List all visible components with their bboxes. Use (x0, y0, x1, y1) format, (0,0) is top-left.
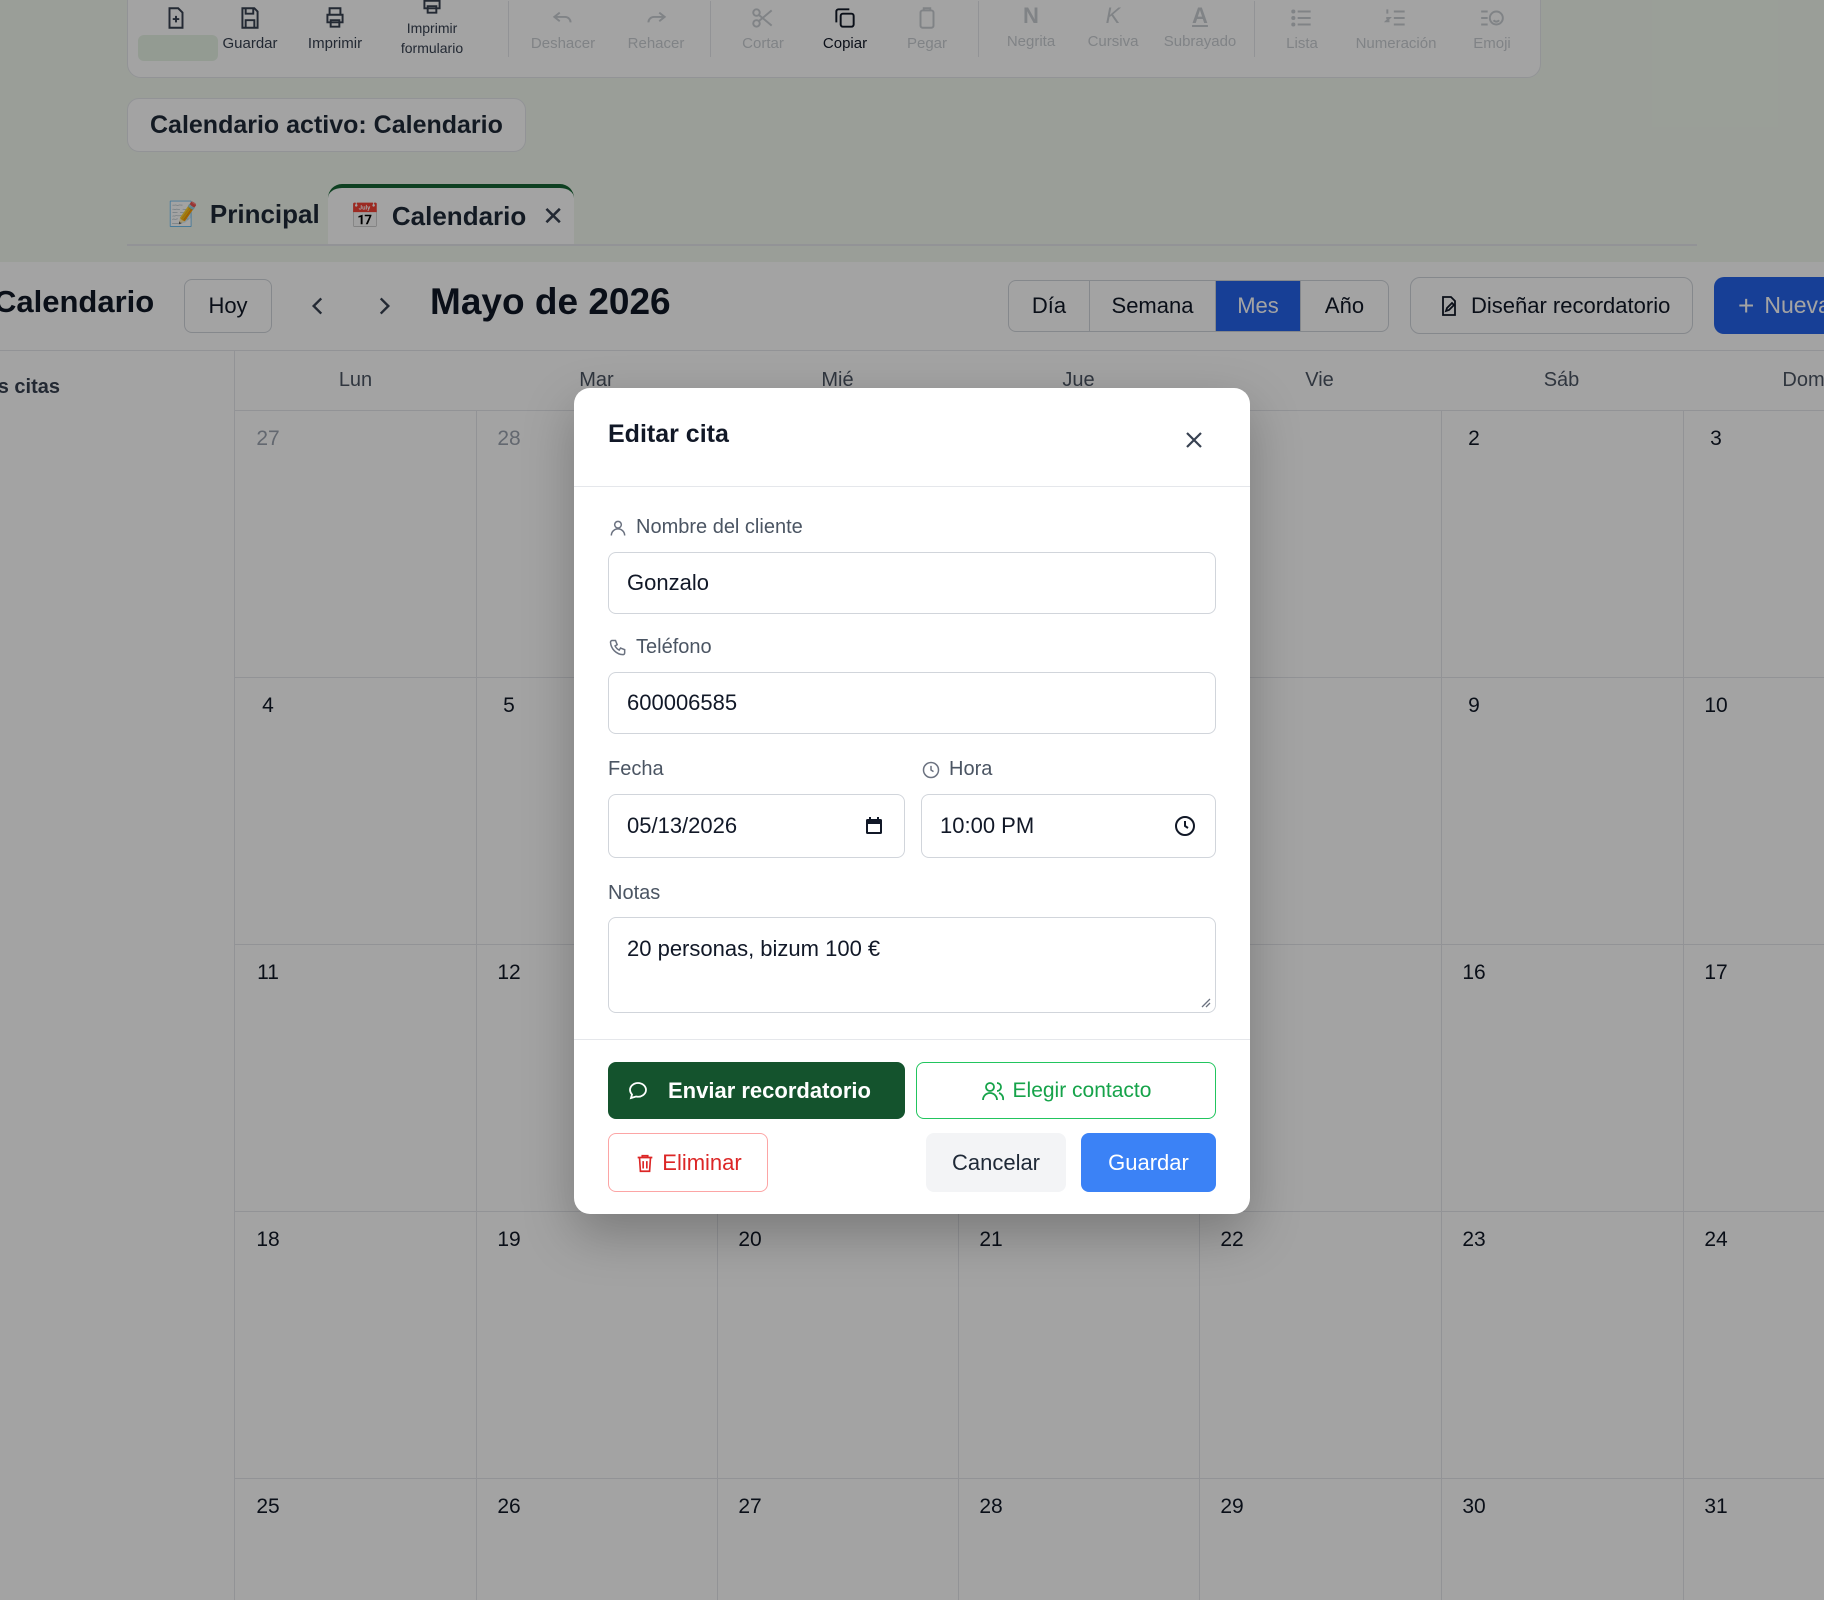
date-value: 05/13/2026 (627, 813, 738, 838)
cancel-button[interactable]: Cancelar (926, 1133, 1066, 1192)
client-name-label-text: Nombre del cliente (636, 516, 803, 538)
time-input[interactable]: 10:00 PM (921, 794, 1216, 858)
phone-icon (609, 639, 626, 655)
edit-appointment-dialog: Editar cita Nombre del cliente Gonzalo T… (574, 388, 1250, 1214)
phone-value: 600006585 (627, 690, 738, 715)
phone-input[interactable]: 600006585 (608, 672, 1216, 734)
send-reminder-label: Enviar recordatorio (668, 1077, 871, 1103)
dialog-title: Editar cita (608, 420, 729, 448)
notes-label: Notas (608, 882, 661, 904)
dialog-close-button[interactable] (1176, 422, 1212, 458)
phone-label-text: Teléfono (636, 636, 712, 658)
clock-icon (922, 761, 940, 778)
delete-label: Eliminar (662, 1149, 742, 1175)
user-icon (610, 520, 626, 536)
resize-handle-icon[interactable] (1199, 996, 1211, 1008)
client-name-input[interactable]: Gonzalo (608, 552, 1216, 614)
send-reminder-button[interactable]: Enviar recordatorio (608, 1062, 905, 1119)
time-value: 10:00 PM (940, 813, 1035, 838)
dialog-footer-divider (574, 1039, 1250, 1040)
calendar-picker-icon[interactable] (862, 814, 886, 838)
users-icon (981, 1081, 1004, 1100)
message-bubble-icon (629, 1081, 647, 1099)
save-button[interactable]: Guardar (1081, 1133, 1216, 1192)
date-input[interactable]: 05/13/2026 (608, 794, 905, 858)
choose-contact-label: Elegir contacto (1012, 1078, 1152, 1102)
client-name-label: Nombre del cliente (608, 516, 803, 539)
notes-textarea[interactable]: 20 personas, bizum 100 € (608, 917, 1216, 1013)
delete-button[interactable]: Eliminar (608, 1133, 768, 1192)
close-icon (1186, 432, 1202, 448)
client-name-value: Gonzalo (627, 570, 709, 595)
notes-value: 20 personas, bizum 100 € (627, 936, 881, 961)
trash-icon (637, 1154, 653, 1172)
choose-contact-button[interactable]: Elegir contacto (916, 1062, 1216, 1119)
time-label: Hora (921, 758, 992, 781)
dialog-header-divider (574, 486, 1250, 487)
clock-picker-icon[interactable] (1173, 814, 1197, 838)
phone-label: Teléfono (608, 636, 712, 659)
time-label-text: Hora (949, 758, 993, 780)
date-label: Fecha (608, 758, 664, 780)
